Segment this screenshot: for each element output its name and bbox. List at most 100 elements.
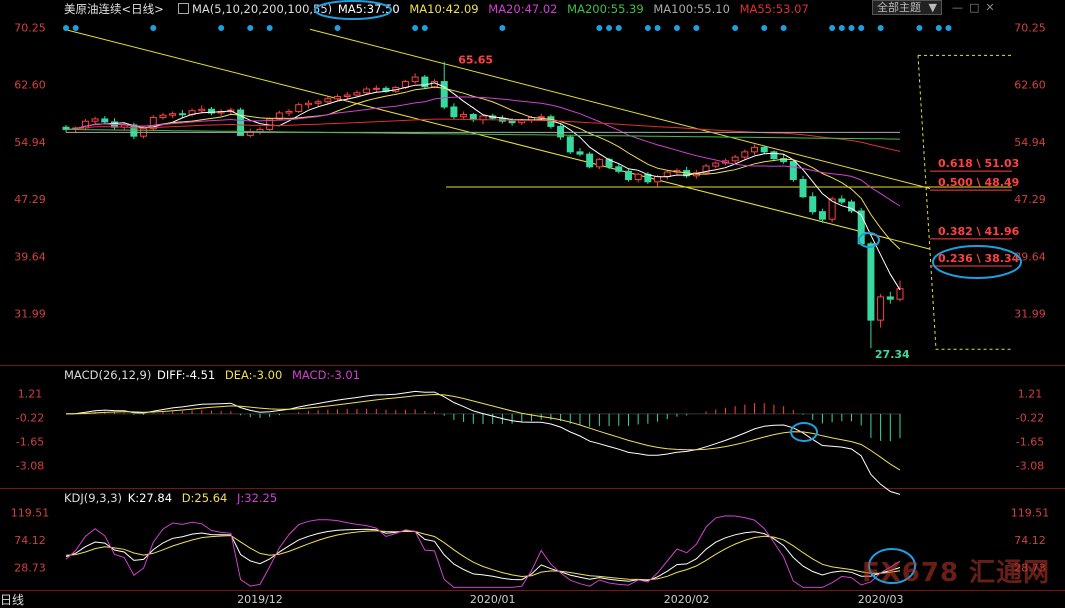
period-tab-label: 日线: [0, 593, 25, 607]
signal-dot: [829, 25, 836, 31]
x-tick-label: 2020/01: [470, 593, 516, 606]
candle-body: [295, 104, 303, 112]
signal-dot: [935, 25, 942, 31]
candle-body: [285, 110, 293, 114]
candle-body: [838, 198, 846, 203]
candle-body: [712, 162, 720, 167]
signal-dot: [654, 25, 661, 31]
signal-dot: [596, 25, 603, 31]
candle-body: [896, 288, 904, 300]
fib-level-label: 0.236 \ 38.34: [938, 252, 1020, 265]
candle-body: [741, 151, 749, 158]
watermark-text: FX678 汇通网: [862, 558, 1051, 588]
kline-chart-window: 美原油连续<日线> MA(5,10,20,200,100,55) MA5:37.…: [0, 0, 1065, 608]
signal-dot: [673, 25, 680, 31]
candle-body: [198, 108, 206, 112]
macd-tick-label: 1.21: [1018, 388, 1043, 401]
candle-body: [537, 116, 545, 119]
x-tick-label: 2020/02: [664, 593, 710, 606]
signal-dot: [412, 25, 419, 31]
macd-tick-label: -1.65: [1016, 436, 1044, 449]
signal-dot: [421, 25, 428, 31]
candle-body: [576, 151, 584, 155]
signal-dot: [848, 25, 855, 31]
y-tick-label: 47.29: [1014, 193, 1046, 206]
low-annotation: 27.34: [875, 348, 910, 361]
candle-body: [731, 156, 739, 162]
signal-dot: [247, 25, 254, 31]
candle-body: [508, 120, 516, 124]
chart-canvas[interactable]: 0.618 \ 51.03 0.500 \ 48.49 0.382 \ 41.96 0…: [0, 0, 1065, 608]
candle-body: [615, 166, 623, 172]
candle-body: [440, 81, 448, 108]
candle-body: [663, 171, 671, 178]
macd-tick-label: -3.08: [16, 460, 44, 473]
kdj-tick-label: 28.73: [14, 562, 46, 575]
kdj-tick-label: 74.12: [1014, 534, 1046, 547]
candle-body: [314, 101, 322, 104]
fib-level-label: 0.500 \ 48.49: [938, 176, 1019, 189]
signal-dot: [858, 25, 865, 31]
watermark-logo: FX678 汇通网: [862, 552, 1050, 589]
signal-dot: [693, 25, 700, 31]
candle-body: [867, 243, 875, 321]
candle-body: [654, 176, 662, 183]
y-tick-label: 31.99: [14, 307, 46, 320]
y-tick-label: 54.94: [1014, 136, 1046, 149]
signal-dot: [644, 25, 651, 31]
signal-dot: [916, 25, 923, 31]
candle-body: [450, 106, 458, 118]
kdj-tick-label: 119.51: [1011, 506, 1050, 519]
channel-lower-line: [63, 28, 931, 250]
signal-dot: [72, 25, 79, 31]
candle-body: [751, 146, 759, 153]
candle-body: [634, 173, 642, 181]
fib-level-label: 0.382 \ 41.96: [938, 225, 1020, 238]
candle-body: [411, 76, 419, 83]
candle-body: [886, 296, 894, 300]
signal-dot: [780, 25, 787, 31]
macd-tick-label: -0.22: [1016, 412, 1044, 425]
y-tick-label: 31.99: [1014, 307, 1046, 320]
candle-body: [877, 296, 885, 321]
signal-dot: [838, 25, 845, 31]
highlight-circle: [314, 0, 392, 20]
candle-body: [169, 113, 177, 116]
candle-body: [324, 98, 332, 103]
candle-body: [818, 211, 826, 220]
signal-dot: [761, 25, 768, 31]
macd-tick-label: -0.22: [16, 412, 44, 425]
candle-body: [372, 87, 380, 90]
candle-body: [624, 170, 632, 181]
candle-body: [789, 161, 797, 181]
signal-dot: [945, 25, 952, 31]
y-tick-label: 54.94: [14, 136, 46, 149]
kdj-tick-label: 119.51: [11, 506, 50, 519]
candle-body: [809, 196, 817, 213]
kdj-j-line: [65, 515, 901, 588]
candle-body: [595, 158, 603, 168]
candle-body: [566, 136, 574, 153]
macd-tick-label: -1.65: [16, 436, 44, 449]
y-tick-label: 39.64: [14, 250, 46, 263]
candle-body: [363, 88, 371, 94]
signal-dot: [732, 25, 739, 31]
signal-dot: [63, 25, 69, 31]
candle-body: [353, 92, 361, 96]
signal-dot: [218, 25, 225, 31]
candle-body: [178, 113, 186, 116]
macd-tick-label: 1.21: [18, 388, 43, 401]
candle-body: [159, 114, 167, 118]
signal-dot: [334, 25, 341, 31]
high-annotation: 65.65: [458, 54, 493, 67]
kdj-tick-label: 74.12: [14, 534, 46, 547]
period-tab[interactable]: 日线: [0, 593, 24, 607]
candle-body: [343, 94, 351, 98]
candle-body: [334, 96, 342, 100]
signal-dot: [266, 25, 273, 31]
fib-level-label: 0.618 \ 51.03: [938, 157, 1019, 170]
y-tick-label: 62.60: [1014, 79, 1046, 92]
x-tick-label: 2019/12: [237, 593, 283, 606]
candle-body: [101, 118, 109, 123]
signal-dot: [150, 25, 157, 31]
